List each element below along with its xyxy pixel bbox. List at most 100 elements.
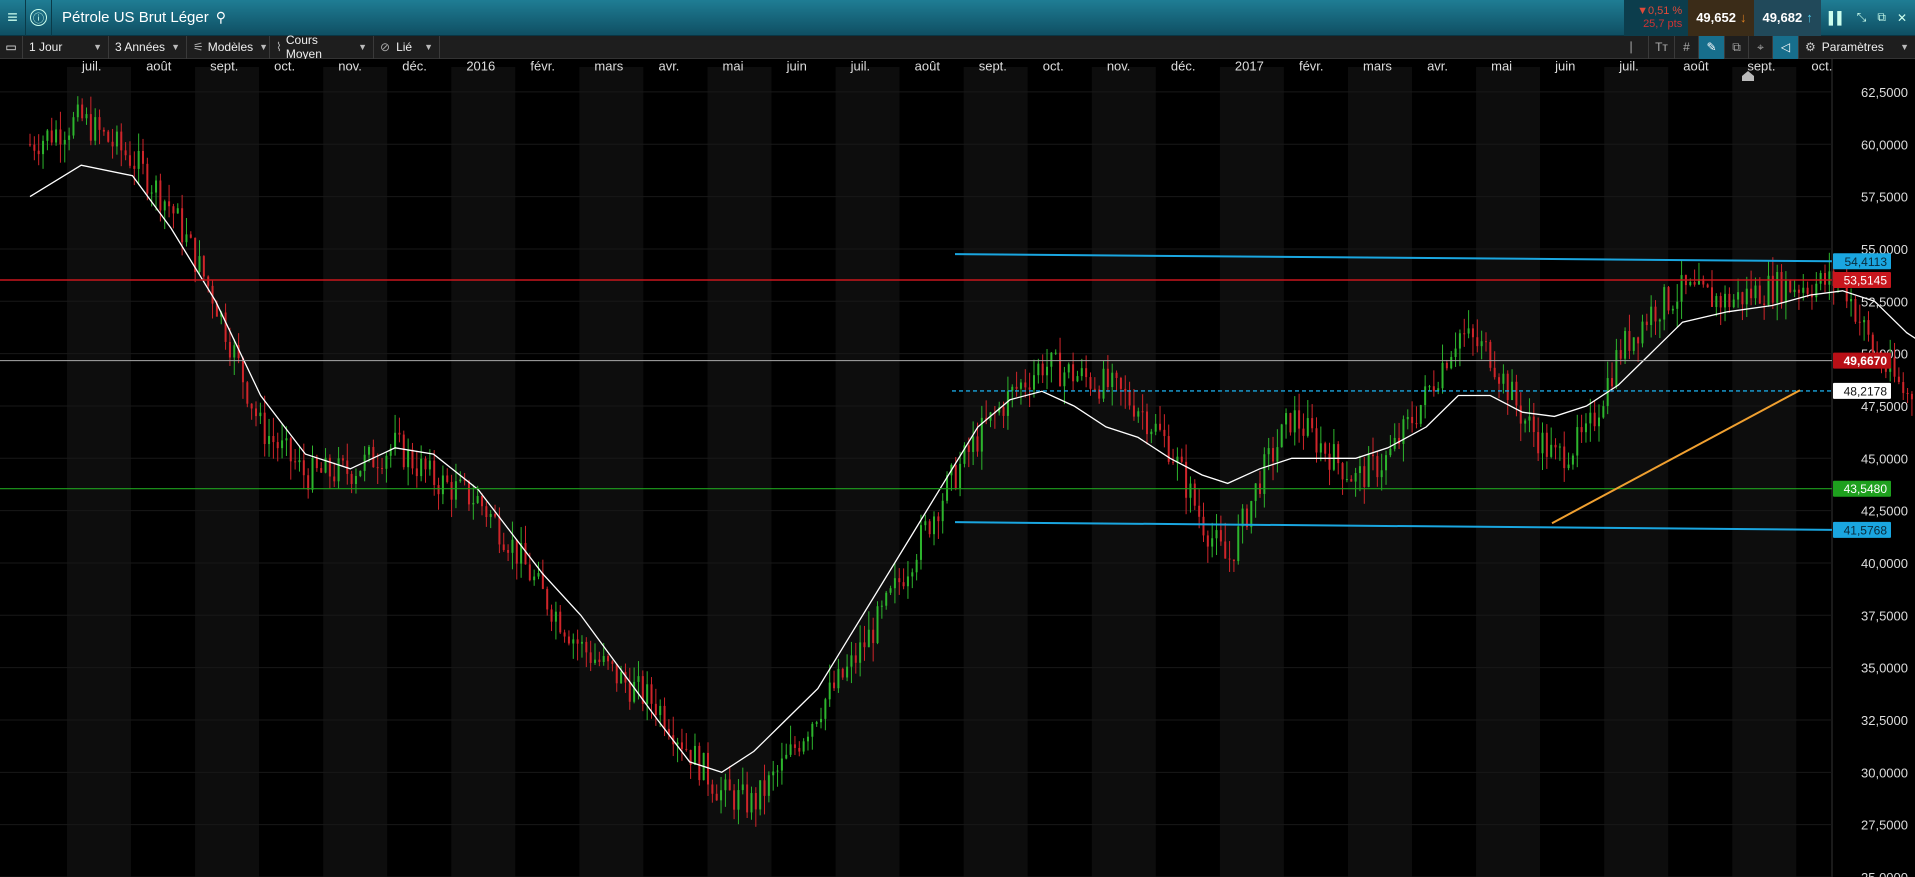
month-band (963, 67, 1028, 877)
candle-body (837, 668, 840, 689)
candle-body (1102, 368, 1105, 399)
candle-body (559, 611, 562, 633)
candle-body (1254, 483, 1257, 502)
search-icon[interactable]: ⚲ (216, 9, 226, 26)
candle-body (128, 155, 131, 166)
candle-body (202, 256, 205, 277)
popout-icon[interactable]: ⧉ (1877, 10, 1886, 25)
candle-body (811, 723, 814, 737)
candle-body (767, 775, 770, 796)
candle-body (1754, 285, 1757, 299)
candle-body (1237, 526, 1240, 562)
buy-price-button[interactable]: 49,682 ↑ (1754, 0, 1821, 36)
y-tick-label: 47,5000 (1861, 399, 1908, 414)
link-label: Lié (396, 40, 413, 54)
candle-body (1150, 431, 1153, 435)
candle-body (289, 438, 292, 462)
x-tick-label: août (146, 59, 172, 73)
settings-button[interactable]: ⚙ Paramètres ▼ (1799, 36, 1915, 59)
drawing-tool-icon[interactable]: ✎ (1699, 35, 1725, 59)
candle-body (511, 539, 514, 553)
candle-body (693, 745, 696, 765)
close-icon[interactable]: ✕ (1897, 11, 1907, 25)
candle-body (685, 748, 688, 750)
text-tool-icon[interactable]: Tт (1649, 35, 1675, 59)
candle-body (1741, 292, 1744, 305)
bid-price: 49,652 (1696, 10, 1736, 25)
candle-body (1141, 411, 1144, 413)
candle-body (1680, 275, 1683, 302)
candle-body (1419, 405, 1422, 424)
cursor-icon[interactable]: ⎸ (1625, 35, 1649, 59)
candle-body (1589, 412, 1592, 424)
chevron-down-icon: ▼ (424, 42, 433, 52)
link-select[interactable]: ⊘ Lié ▼ (374, 35, 440, 59)
candle-body (676, 742, 679, 745)
candle-body (1106, 368, 1109, 388)
candle-body (1563, 446, 1566, 469)
candle-body (1411, 416, 1414, 424)
candle-body (1454, 348, 1457, 357)
y-tick-label: 30,0000 (1861, 765, 1908, 780)
menu-icon[interactable]: ≡ (0, 0, 26, 36)
highlight-icon[interactable]: ◁ (1773, 35, 1799, 59)
price-panel: ▼0,51 % 25,7 pts 49,652 ↓ 49,682 ↑ ▌▌ ⤡ ⧉ … (1624, 0, 1915, 36)
candle-body (876, 606, 879, 644)
candle-body (1493, 367, 1496, 378)
candle-body (1806, 287, 1809, 294)
dock-icon[interactable]: ▌▌ (1829, 11, 1846, 25)
candle-body (1489, 341, 1492, 368)
candle-body (1467, 328, 1470, 334)
models-select[interactable]: ⚟ Modèles ▼ (187, 35, 270, 59)
candle-body (198, 256, 201, 273)
collapse-icon[interactable]: ⤡ (1857, 10, 1867, 25)
candle-body (967, 445, 970, 452)
x-tick-label: 2017 (1235, 59, 1264, 73)
candle-body (1819, 272, 1822, 284)
candle-body (1324, 443, 1327, 454)
interval-select[interactable]: 1 Jour ▼ (23, 35, 109, 59)
sidebar-toggle-icon[interactable]: ▭ (0, 35, 23, 59)
price-chart[interactable]: juil. août sept. oct. nov. déc. 2016 févr. mars a… (0, 59, 1915, 877)
candle-body (720, 790, 723, 801)
candle-body (1289, 413, 1292, 433)
candle-body (1658, 319, 1661, 322)
gear-icon: ⚙ (1805, 40, 1816, 54)
month-band (643, 67, 708, 877)
candle-body (411, 449, 414, 469)
chevron-down-icon: ▼ (1900, 42, 1909, 52)
candle-body (1311, 418, 1314, 429)
grid-icon[interactable]: # (1675, 35, 1699, 59)
candle-body (168, 201, 171, 207)
range-select[interactable]: 3 Années ▼ (109, 35, 187, 59)
candle-body (489, 513, 492, 518)
candle-body (1211, 538, 1214, 547)
info-button[interactable]: ⓘ (26, 0, 52, 36)
candle-body (1063, 372, 1066, 387)
candle-body (1715, 296, 1718, 307)
candle-body (155, 180, 158, 193)
candle-body (1137, 411, 1140, 417)
candle-body (1041, 363, 1044, 376)
x-tick-label: 2016 (466, 59, 495, 73)
crosshair-icon[interactable]: ⌖ (1749, 35, 1773, 59)
candle-body (759, 780, 762, 810)
candle-body (37, 150, 40, 155)
candle-body (1128, 391, 1131, 406)
candle-body (1206, 535, 1209, 547)
candle-body (1067, 364, 1070, 373)
candle-body (1263, 454, 1266, 494)
candle-body (1371, 454, 1374, 457)
month-band (1668, 67, 1733, 877)
sell-price-button[interactable]: 49,652 ↓ (1688, 0, 1755, 36)
candle-body (1406, 416, 1409, 420)
candle-body (567, 636, 570, 644)
candle-body (715, 793, 718, 801)
candle-body (268, 436, 271, 445)
layers-icon[interactable]: ⧉ (1725, 35, 1749, 59)
candle-body (1737, 292, 1740, 300)
candle-body (728, 779, 731, 791)
price-type-select[interactable]: ⌇ Cours Moyen ▼ (270, 33, 374, 61)
candle-body (59, 129, 62, 145)
candle-body (1554, 444, 1557, 448)
